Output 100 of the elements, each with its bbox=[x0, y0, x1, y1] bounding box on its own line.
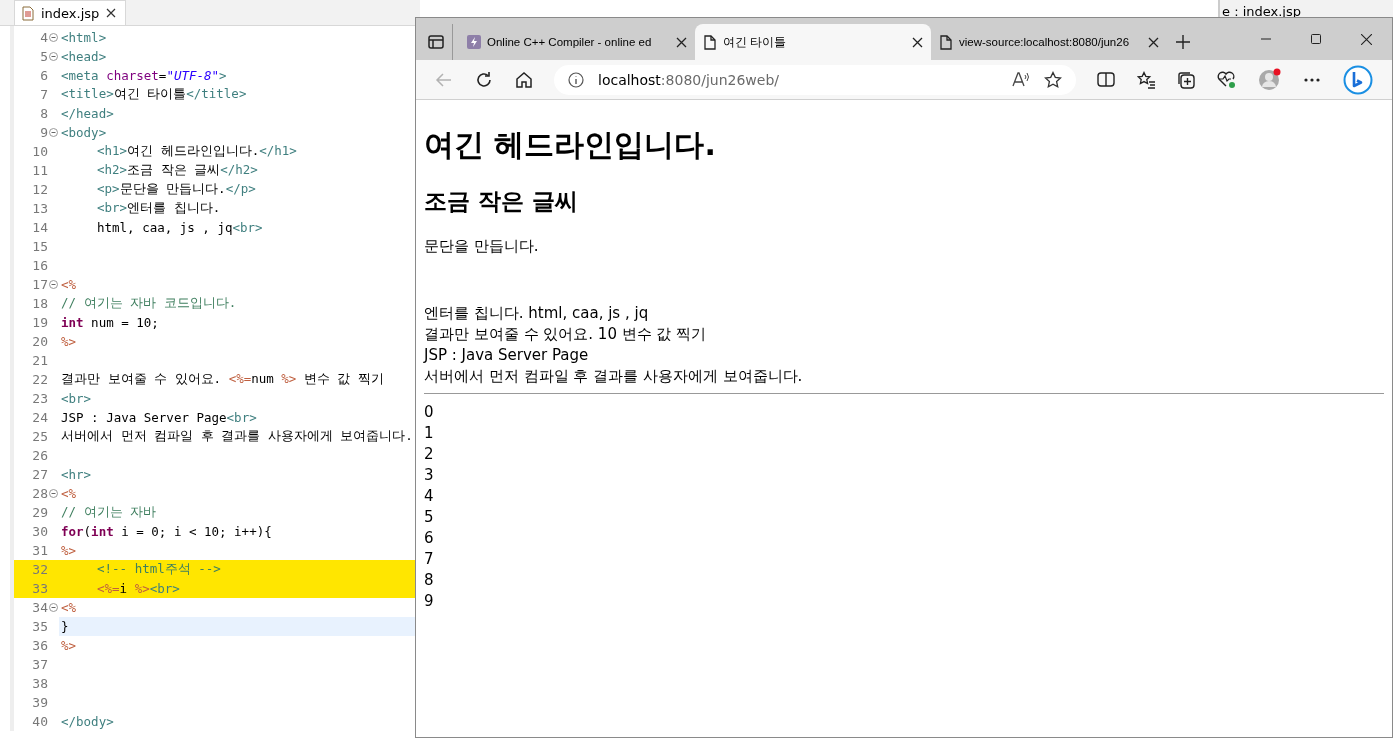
line-number: 10 bbox=[31, 144, 48, 159]
number-line: 7 bbox=[424, 549, 435, 570]
browser-tab[interactable]: 여긴 타이틀 bbox=[695, 24, 931, 60]
fold-icon[interactable] bbox=[49, 603, 58, 612]
code-line: JSP : Java Server Page<br> bbox=[61, 410, 257, 425]
split-screen-icon[interactable] bbox=[1097, 71, 1115, 88]
code-line: for(int i = 0; i < 10; i++){ bbox=[61, 524, 272, 539]
code-line: %> bbox=[61, 638, 77, 653]
panel-title: e : index.jsp bbox=[1222, 4, 1301, 19]
maximize-icon[interactable] bbox=[1311, 34, 1321, 44]
line-number: 5 bbox=[39, 49, 48, 64]
address-bar[interactable]: localhost:8080/jun26web/ bbox=[554, 64, 1076, 95]
code-line: <% bbox=[61, 600, 77, 615]
number-line: 2 bbox=[424, 444, 435, 465]
number-line: 4 bbox=[424, 486, 435, 507]
line-number: 34 bbox=[31, 600, 48, 615]
line-number: 33 bbox=[31, 581, 48, 596]
code-line: <br> bbox=[61, 391, 92, 406]
text-line: 서버에서 먼저 컴파일 후 결과를 사용자에게 보여줍니다. bbox=[424, 366, 804, 387]
line-number: 14 bbox=[31, 220, 48, 235]
line-number: 19 bbox=[31, 315, 48, 330]
code-line: 서버에서 먼저 컴파일 후 결과를 사용자에게 보여줍니다. bbox=[61, 428, 413, 445]
tab-label: index.jsp bbox=[41, 5, 100, 21]
code-line: } bbox=[61, 619, 69, 634]
number-line: 6 bbox=[424, 528, 435, 549]
code-line: </head> bbox=[61, 106, 114, 121]
file-tab[interactable]: index.jsp bbox=[14, 0, 127, 25]
code-line: <head> bbox=[61, 49, 107, 64]
code-line: <hr> bbox=[61, 467, 92, 482]
code-line: <title>여긴 타이틀</title> bbox=[61, 86, 247, 103]
line-number: 18 bbox=[31, 296, 48, 311]
line-number: 26 bbox=[31, 448, 48, 463]
line-number: 13 bbox=[31, 201, 48, 216]
code-line: %> bbox=[61, 543, 77, 558]
refresh-icon[interactable] bbox=[475, 70, 493, 89]
new-tab-icon[interactable] bbox=[1175, 34, 1191, 50]
line-number: 20 bbox=[31, 334, 48, 349]
fold-icon[interactable] bbox=[49, 33, 58, 42]
line-number: 4 bbox=[39, 30, 48, 45]
line-number: 15 bbox=[31, 239, 48, 254]
line-number: 28 bbox=[31, 486, 48, 501]
page-heading: 여긴 헤드라인입니다. bbox=[424, 126, 717, 164]
line-number: 37 bbox=[31, 657, 48, 672]
browser-tab[interactable]: view-source:localhost:8080/jun26 bbox=[931, 24, 1167, 60]
home-icon[interactable] bbox=[515, 70, 533, 89]
code-line: </body> bbox=[61, 714, 114, 729]
read-aloud-icon[interactable] bbox=[1012, 71, 1030, 88]
code-line: <meta charset="UTF-8"> bbox=[61, 68, 227, 83]
text-line: 결과만 보여줄 수 있어요. 10 변수 값 찍기 bbox=[424, 324, 708, 345]
fold-icon[interactable] bbox=[49, 280, 58, 289]
number-line: 1 bbox=[424, 423, 435, 444]
line-number: 27 bbox=[31, 467, 48, 482]
page-icon bbox=[939, 34, 953, 50]
code-line: <body> bbox=[61, 125, 107, 140]
close-icon[interactable] bbox=[105, 7, 118, 19]
close-icon[interactable] bbox=[1148, 36, 1159, 48]
line-number: 16 bbox=[31, 258, 48, 273]
fold-icon[interactable] bbox=[49, 52, 58, 61]
line-number: 30 bbox=[31, 524, 48, 539]
code-line: // 여기는 자바 bbox=[61, 504, 157, 521]
code-line: <h1>여긴 헤드라인입니다.</h1> bbox=[97, 143, 297, 160]
browser-tab[interactable]: Online C++ Compiler - online ed bbox=[459, 24, 695, 60]
code-line: <p>문단을 만듭니다.</p> bbox=[97, 181, 256, 198]
page-subheading: 조금 작은 글씨 bbox=[424, 187, 579, 216]
sidebar-toggle-icon[interactable] bbox=[428, 34, 444, 50]
paragraph: 문단을 만듭니다. bbox=[424, 236, 540, 257]
chat-bubble-icon[interactable] bbox=[1343, 64, 1373, 95]
line-number: 25 bbox=[31, 429, 48, 444]
star-icon[interactable] bbox=[1044, 70, 1062, 89]
page-icon bbox=[703, 34, 717, 50]
line-number: 21 bbox=[31, 353, 48, 368]
line-number: 22 bbox=[31, 372, 48, 387]
line-number: 17 bbox=[31, 277, 48, 292]
code-line: <% bbox=[61, 486, 77, 501]
line-number: 12 bbox=[31, 182, 48, 197]
profile-avatar-icon[interactable] bbox=[1258, 68, 1281, 91]
code-line: <h2>조금 작은 글씨</h2> bbox=[97, 162, 258, 179]
code-line: <html> bbox=[61, 30, 107, 45]
line-number: 23 bbox=[31, 391, 48, 406]
favorites-icon[interactable] bbox=[1137, 70, 1155, 89]
code-line: <%=i %><br> bbox=[97, 581, 180, 596]
line-number: 32 bbox=[31, 562, 48, 577]
fold-icon[interactable] bbox=[49, 128, 58, 137]
fold-icon[interactable] bbox=[49, 489, 58, 498]
code-line: <br>엔터를 칩니다. bbox=[97, 200, 221, 217]
close-icon[interactable] bbox=[912, 36, 923, 48]
line-number: 8 bbox=[39, 106, 48, 121]
more-icon[interactable] bbox=[1303, 76, 1321, 83]
text-line: JSP : Java Server Page bbox=[424, 345, 590, 366]
close-icon[interactable] bbox=[676, 36, 687, 48]
line-number: 7 bbox=[39, 87, 48, 102]
line-number: 35 bbox=[31, 619, 48, 634]
line-number: 9 bbox=[39, 125, 48, 140]
code-line: html, caa, js , jq<br> bbox=[97, 220, 263, 235]
code-line: 결과만 보여줄 수 있어요. <%=num %> 변수 값 찍기 bbox=[61, 371, 384, 388]
close-icon[interactable] bbox=[1361, 33, 1372, 45]
health-icon[interactable] bbox=[1217, 70, 1236, 89]
info-icon[interactable] bbox=[568, 71, 584, 88]
line-number: 39 bbox=[31, 695, 48, 710]
collections-icon[interactable] bbox=[1177, 70, 1195, 89]
